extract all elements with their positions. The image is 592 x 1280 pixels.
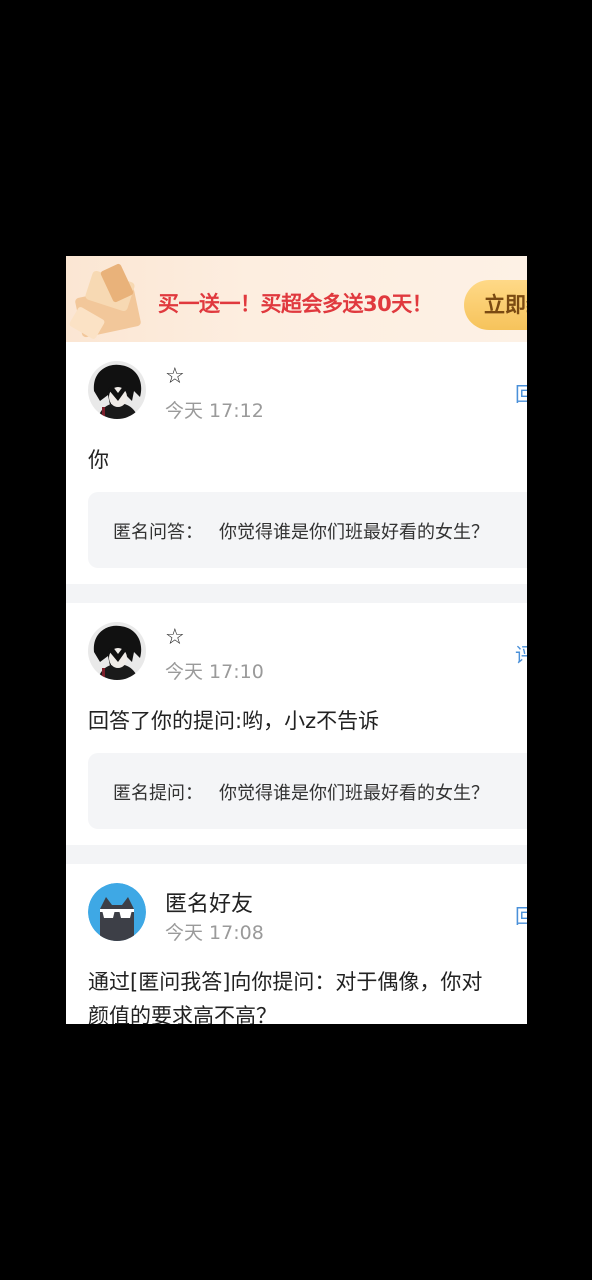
message-content-line: 通过[匿问我答]向你提问：对于偶像，你对 bbox=[88, 970, 483, 994]
timestamp: 今天 17:10 bbox=[165, 661, 264, 683]
anonymous-avatar[interactable] bbox=[88, 883, 146, 941]
sender-name: ☆ bbox=[165, 625, 185, 650]
renew-now-button[interactable]: 立即续 bbox=[464, 280, 527, 330]
quote-text: 你觉得谁是你们班最好看的女生？ bbox=[219, 522, 489, 543]
promo-gift-illustration bbox=[69, 263, 141, 339]
message-content: 回答了你的提问:哟，小z不告诉 bbox=[88, 709, 380, 733]
message-card[interactable]: 匿名好友 今天 17:08 回 通过[匿问我答]向你提问：对于偶像，你对 颜值的… bbox=[66, 864, 527, 1024]
quote-label: 匿名提问： bbox=[113, 783, 203, 804]
comment-button[interactable]: 评 bbox=[515, 639, 527, 668]
sender-name: ☆ bbox=[165, 364, 185, 389]
message-card[interactable]: ☆ 今天 17:10 评 回答了你的提问:哟，小z不告诉 匿名提问： 你觉得谁是… bbox=[66, 603, 527, 845]
quoted-question[interactable]: 匿名提问： 你觉得谁是你们班最好看的女生？ bbox=[88, 753, 527, 829]
anime-avatar-icon bbox=[88, 622, 146, 680]
promo-banner[interactable]: 买一送一！买超会多送30天！ 立即续 bbox=[66, 256, 527, 342]
reply-button[interactable]: 回 bbox=[515, 378, 527, 407]
anime-avatar-icon bbox=[88, 361, 146, 419]
timestamp: 今天 17:08 bbox=[165, 922, 264, 944]
reply-button[interactable]: 回 bbox=[515, 900, 527, 929]
message-content-line: 颜值的要求高不高？ bbox=[88, 1004, 277, 1024]
quote-label: 匿名问答： bbox=[113, 522, 203, 543]
anonymous-cat-sunglasses-icon bbox=[88, 883, 146, 941]
sender-name: 匿名好友 bbox=[165, 892, 254, 917]
avatar[interactable] bbox=[88, 361, 146, 419]
message-card[interactable]: ☆ 今天 17:12 回 你 匿名问答： 你觉得谁是你们班最好看的女生？ bbox=[66, 342, 527, 584]
promo-text: 买一送一！买超会多送30天！ bbox=[158, 292, 433, 316]
message-content: 你 bbox=[88, 448, 109, 472]
app-screen: 买一送一！买超会多送30天！ 立即续 ☆ 今天 17:12 回 你 匿名问答： … bbox=[66, 256, 527, 1024]
quote-text: 你觉得谁是你们班最好看的女生？ bbox=[219, 783, 489, 804]
quoted-question[interactable]: 匿名问答： 你觉得谁是你们班最好看的女生？ bbox=[88, 492, 527, 568]
avatar[interactable] bbox=[88, 622, 146, 680]
timestamp: 今天 17:12 bbox=[165, 400, 264, 422]
